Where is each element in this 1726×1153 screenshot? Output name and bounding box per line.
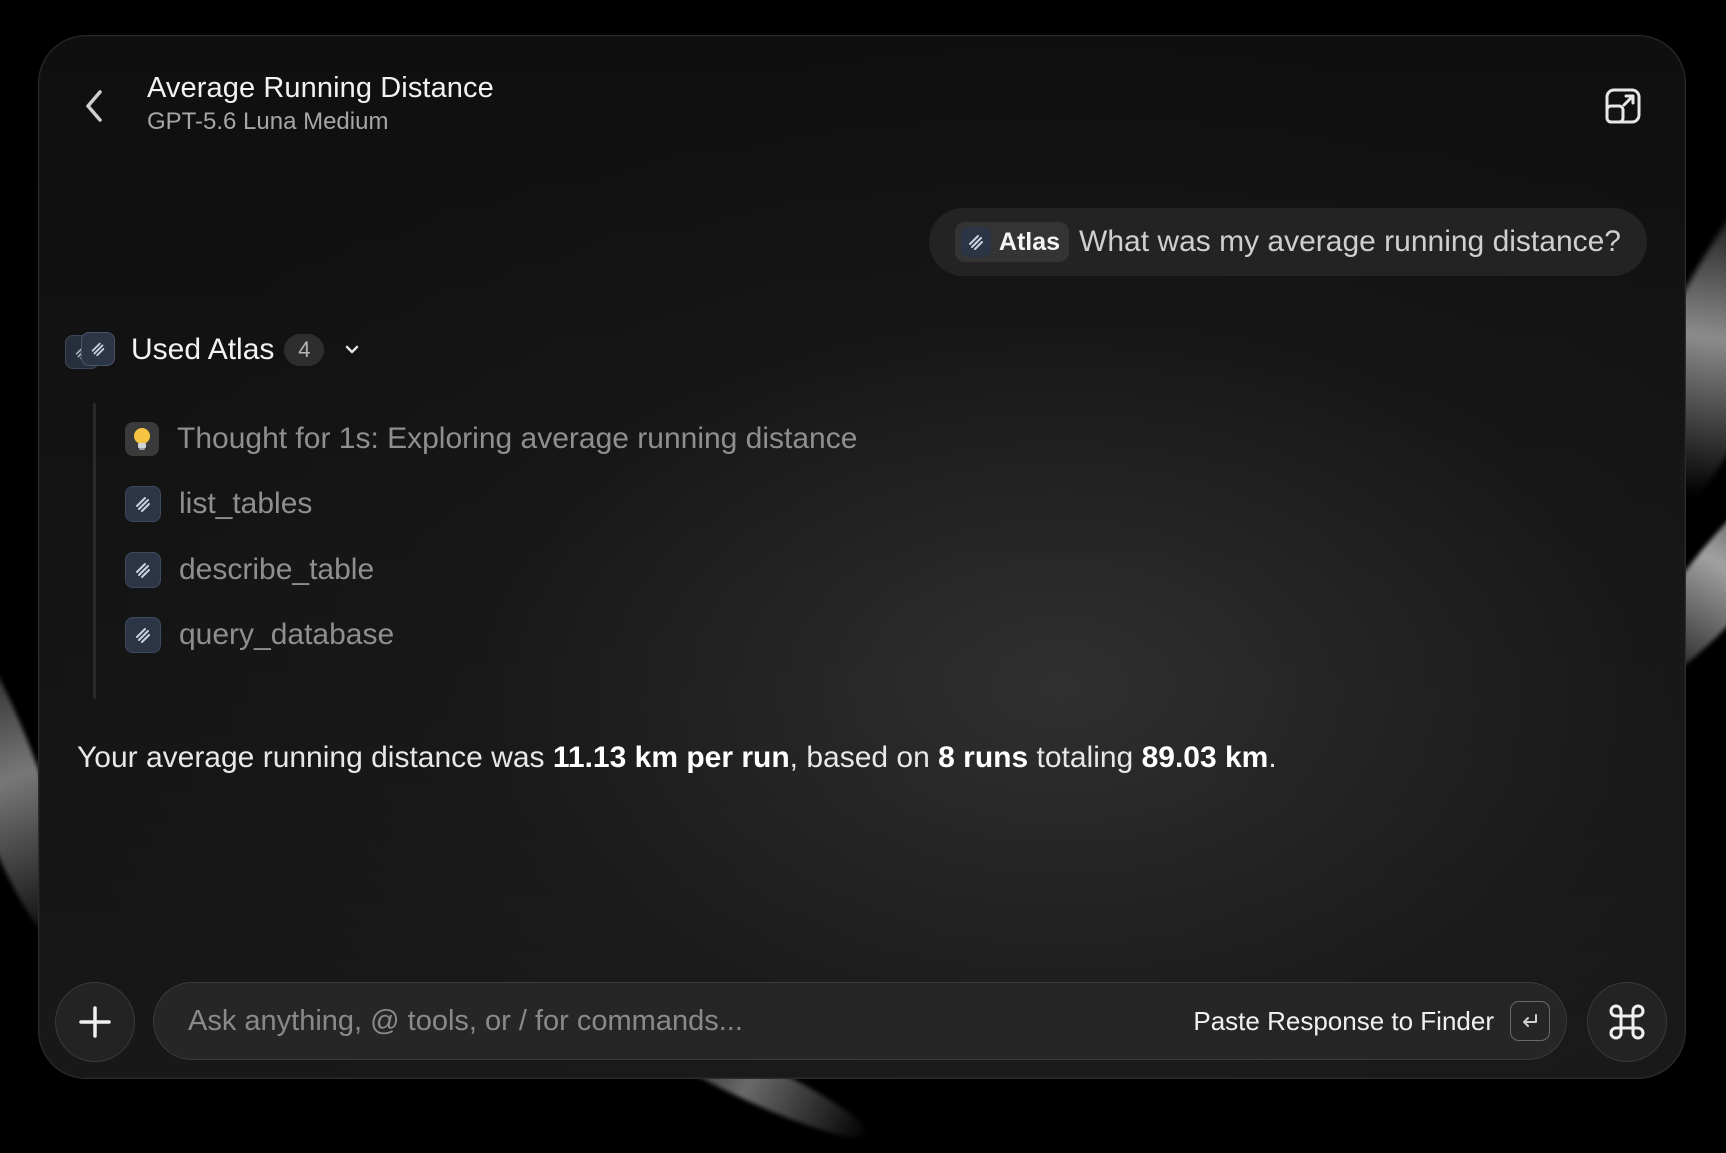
used-atlas-label: Used Atlas	[131, 333, 275, 366]
atlas-chip-label: Atlas	[998, 227, 1061, 256]
atlas-icon	[125, 486, 161, 522]
answer-text: , based on	[789, 741, 939, 774]
answer-text: totaling	[1028, 741, 1142, 774]
paste-to-finder-button[interactable]: Paste Response to Finder	[1193, 1006, 1494, 1037]
atlas-stack-icon	[65, 332, 117, 369]
expand-button[interactable]	[1601, 84, 1645, 128]
back-button[interactable]	[79, 84, 109, 128]
add-attachment-button[interactable]	[55, 982, 135, 1062]
step-query-database[interactable]: query_database	[125, 615, 394, 655]
step-list-tables[interactable]: list_tables	[125, 484, 312, 524]
return-icon	[1523, 1014, 1537, 1027]
chevron-left-icon	[86, 90, 102, 122]
chat-title: Average Running Distance	[147, 72, 494, 104]
answer-text: .	[1268, 741, 1277, 774]
used-atlas-toggle[interactable]: Used Atlas 4	[65, 326, 362, 374]
atlas-icon	[125, 617, 161, 653]
step-label: query_database	[179, 618, 395, 651]
step-label: list_tables	[179, 487, 313, 520]
user-message-text: What was my average running distance?	[1079, 225, 1621, 258]
answer-run-count: 8 runs	[938, 741, 1029, 774]
composer-bar: Paste Response to Finder	[153, 982, 1567, 1060]
step-thought[interactable]: Thought for 1s: Exploring average runnin…	[125, 419, 857, 459]
atlas-icon	[960, 227, 991, 257]
expand-icon	[1605, 88, 1641, 124]
atlas-chip[interactable]: Atlas	[954, 222, 1070, 262]
atlas-icon	[125, 552, 161, 588]
answer-total: 89.03 km	[1141, 741, 1269, 774]
chevron-down-icon	[342, 340, 362, 360]
model-name: GPT-5.6 Luna Medium	[147, 108, 389, 135]
step-describe-table[interactable]: describe_table	[125, 550, 374, 590]
answer-average: 11.13 km per run	[552, 741, 790, 774]
answer-text: Your average running distance was	[77, 741, 553, 774]
assistant-answer: Your average running distance was 11.13 …	[77, 741, 1277, 775]
step-label: describe_table	[179, 553, 375, 586]
return-key-button[interactable]	[1510, 1001, 1550, 1041]
chat-window: Average Running Distance GPT-5.6 Luna Me…	[38, 35, 1686, 1079]
plus-icon	[79, 1006, 111, 1038]
lightbulb-icon	[125, 422, 159, 456]
steps-rail	[93, 403, 96, 699]
user-message-bubble: Atlas What was my average running distan…	[928, 208, 1647, 276]
command-button[interactable]	[1587, 982, 1667, 1062]
step-label: Thought for 1s: Exploring average runnin…	[177, 422, 858, 455]
tool-count-badge: 4	[284, 334, 325, 366]
command-icon	[1609, 1004, 1645, 1040]
message-input[interactable]	[154, 1003, 1194, 1039]
